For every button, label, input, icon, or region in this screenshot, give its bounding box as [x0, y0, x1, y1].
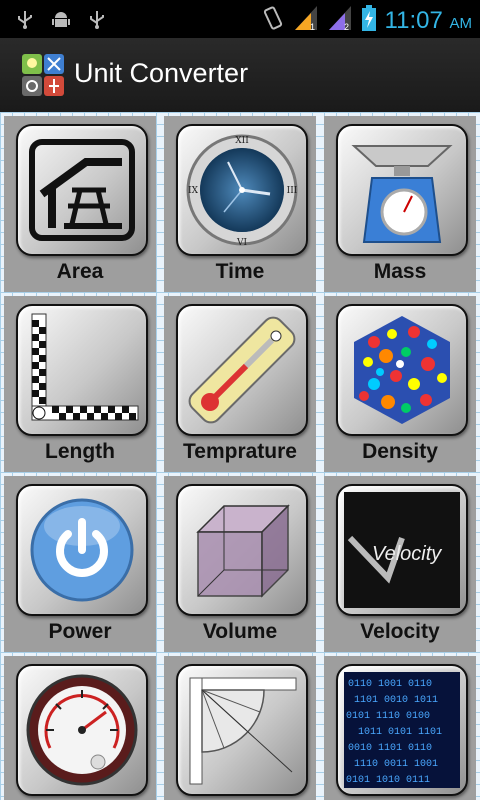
temperature-button[interactable] — [176, 304, 308, 436]
power-icon — [30, 498, 134, 602]
mass-button[interactable] — [336, 124, 468, 256]
status-bar: 1 2 11:07 AM — [0, 0, 480, 38]
data-button[interactable]: 0110 1001 0110 1101 0010 1011 0101 1110 … — [336, 664, 468, 796]
signal-sim2-icon: 2 — [327, 4, 353, 37]
tile-label: Temprature — [183, 440, 297, 463]
tile-area[interactable]: Area — [4, 116, 156, 292]
tile-label: Power — [48, 620, 112, 643]
converter-grid: Area XII III VI IX Time Mass Length Temp… — [0, 112, 480, 800]
velocity-button[interactable]: Velocity — [336, 484, 468, 616]
protractor-icon — [189, 677, 297, 785]
tile-mass[interactable]: Mass — [324, 116, 476, 292]
clock-icon: XII III VI IX — [186, 134, 298, 248]
tile-label: Velocity — [360, 620, 440, 643]
battery-charging-icon — [361, 4, 377, 37]
signal-sim1-icon: 1 — [293, 4, 319, 37]
power-button[interactable] — [16, 484, 148, 616]
svg-text:0101 1110 0100: 0101 1110 0100 — [346, 711, 430, 722]
angle-button[interactable] — [176, 664, 308, 796]
thermometer-icon — [188, 316, 296, 424]
svg-text:1101 0010 1011: 1101 0010 1011 — [354, 695, 438, 706]
velocity-logo-icon: Velocity — [344, 492, 460, 608]
ruler-icon — [31, 313, 139, 421]
tile-label: Volume — [202, 620, 278, 643]
action-bar: Unit Converter — [0, 38, 480, 114]
tile-power[interactable]: Power — [4, 476, 156, 652]
tile-label: Density — [362, 440, 438, 463]
length-button[interactable] — [16, 304, 148, 436]
velocity-logo-text: Velocity — [372, 543, 442, 565]
usb-icon — [86, 8, 108, 30]
picnic-table-icon — [29, 139, 135, 241]
vibrate-icon — [261, 4, 285, 37]
tile-velocity[interactable]: Velocity Velocity — [324, 476, 476, 652]
app-icon[interactable] — [22, 54, 64, 96]
svg-text:VI: VI — [236, 238, 247, 248]
svg-text:0110 1001 0110: 0110 1001 0110 — [348, 679, 432, 690]
pressure-gauge-icon — [26, 674, 138, 786]
svg-text:III: III — [287, 186, 298, 196]
tile-data[interactable]: 0110 1001 0110 1101 0010 1011 0101 1110 … — [324, 656, 476, 800]
tile-pressure[interactable] — [4, 656, 156, 800]
tile-density[interactable]: Density — [324, 296, 476, 472]
clock-text: 11:07 AM — [384, 6, 472, 34]
tile-time[interactable]: XII III VI IX Time — [164, 116, 316, 292]
svg-text:2: 2 — [344, 22, 349, 32]
svg-text:1011 0101 1101: 1011 0101 1101 — [358, 727, 442, 738]
cube-icon — [196, 504, 290, 598]
density-button[interactable] — [336, 304, 468, 436]
tile-label: Time — [215, 260, 265, 283]
molecules-icon — [354, 316, 450, 424]
area-button[interactable] — [16, 124, 148, 256]
android-debug-icon — [50, 8, 72, 30]
svg-text:IX: IX — [188, 186, 199, 196]
svg-text:1: 1 — [310, 22, 315, 32]
tile-label: Mass — [373, 260, 427, 283]
tile-label: Area — [56, 260, 104, 283]
tile-label: Length — [45, 440, 115, 463]
app-title: Unit Converter — [74, 58, 249, 88]
svg-text:0010 1101 0110: 0010 1101 0110 — [348, 743, 432, 754]
tile-temperature[interactable]: Temprature — [164, 296, 316, 472]
binary-data-icon: 0110 1001 0110 1101 0010 1011 0101 1110 … — [344, 672, 460, 788]
tile-volume[interactable]: Volume — [164, 476, 316, 652]
svg-text:0101 1010 0111: 0101 1010 0111 — [346, 775, 430, 786]
tile-length[interactable]: Length — [4, 296, 156, 472]
time-button[interactable]: XII III VI IX — [176, 124, 308, 256]
tile-angle[interactable] — [164, 656, 316, 800]
svg-text:1110 0011 1001: 1110 0011 1001 — [354, 759, 438, 770]
usb-icon — [14, 8, 36, 30]
volume-button[interactable] — [176, 484, 308, 616]
pressure-button[interactable] — [16, 664, 148, 796]
svg-text:XII: XII — [235, 136, 249, 146]
scale-icon — [351, 145, 453, 243]
